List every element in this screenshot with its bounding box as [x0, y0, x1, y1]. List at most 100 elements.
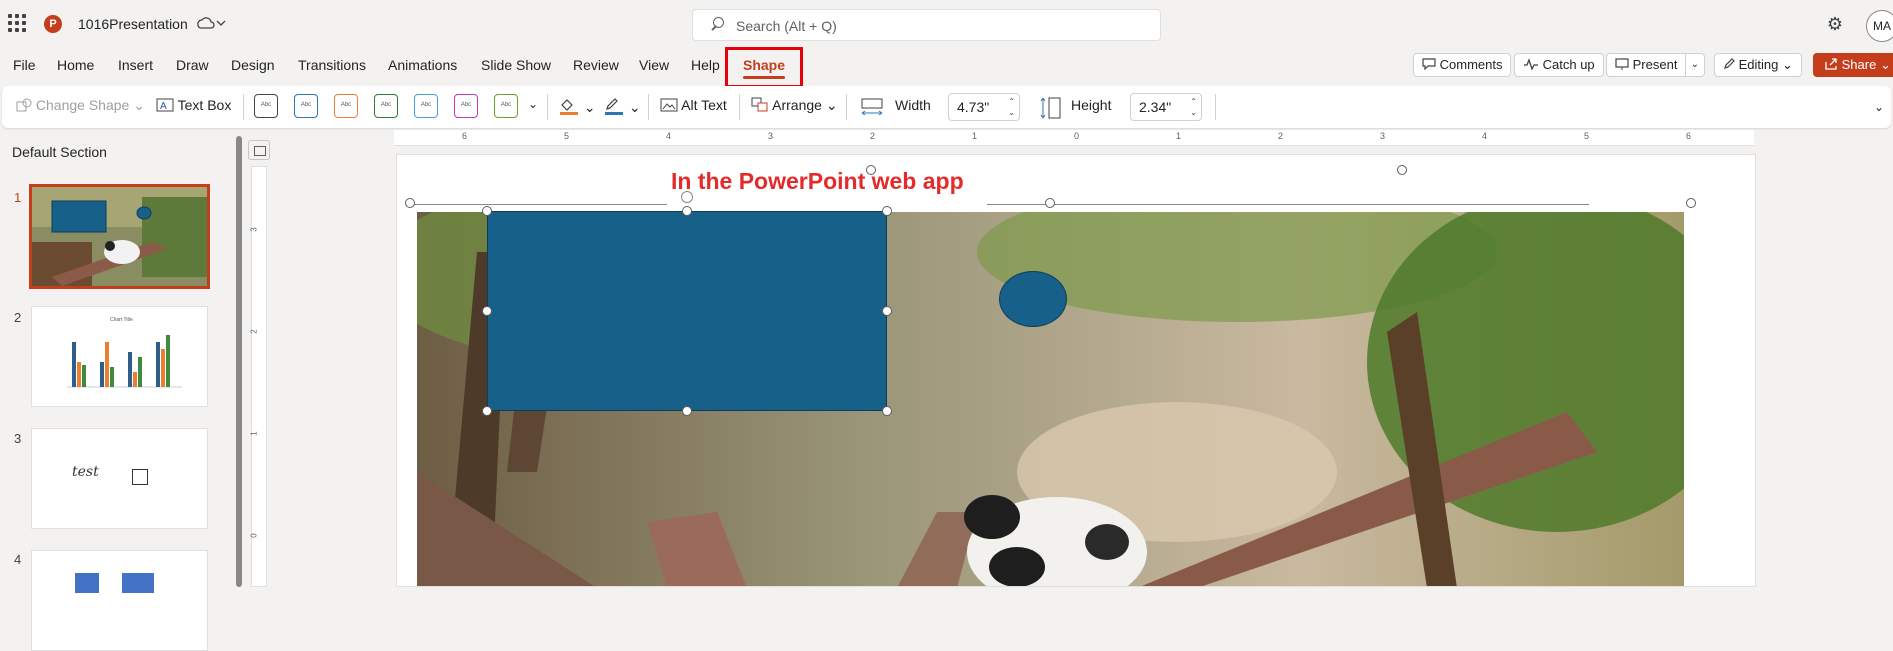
tab-home[interactable]: Home [57, 57, 94, 73]
ruler-label: 1 [1176, 131, 1182, 141]
shape-fill-button[interactable]: ⌄ [558, 97, 596, 116]
resize-handle[interactable] [482, 406, 492, 416]
thumbnail-pane-scrollbar[interactable] [236, 136, 242, 587]
width-icon [860, 97, 884, 117]
shape-style-black[interactable]: Abc [254, 94, 278, 118]
slide-thumbnail-2[interactable]: Chart Title [31, 306, 208, 407]
chevron-down-icon[interactable]: ⌄ [1684, 54, 1699, 76]
change-shape-label: Change Shape [35, 97, 130, 113]
present-label: Present [1632, 57, 1678, 72]
resize-handle[interactable] [482, 306, 492, 316]
group-resize-handle[interactable] [1045, 198, 1055, 208]
resize-handle[interactable] [882, 406, 892, 416]
present-icon [1615, 58, 1629, 70]
collapse-pane-icon[interactable] [248, 140, 270, 160]
tab-insert[interactable]: Insert [118, 57, 153, 73]
separator [1215, 94, 1216, 120]
panda-thumbnail-image [32, 187, 207, 286]
powerpoint-logo-icon: P [44, 15, 62, 33]
slide-title-text[interactable]: In the PowerPoint web app [671, 168, 964, 195]
group-resize-handle[interactable] [1686, 198, 1696, 208]
shape-style-blue[interactable]: Abc [294, 94, 318, 118]
svg-text:A: A [160, 101, 167, 112]
alt-text-button[interactable]: Alt Text [660, 97, 727, 113]
comments-button[interactable]: Comments [1413, 53, 1512, 77]
shape-outline-button[interactable]: ⌄ [603, 97, 641, 116]
tab-file[interactable]: File [13, 57, 36, 73]
ruler-label: 1 [249, 431, 259, 436]
ruler-label: 5 [1584, 131, 1590, 141]
ellipse-shape[interactable] [999, 271, 1067, 327]
separator [648, 94, 649, 120]
spinner-arrows-icon[interactable]: ⌃ ⌄ [1008, 96, 1015, 118]
catch-up-button[interactable]: Catch up [1514, 53, 1604, 77]
arrange-button[interactable]: Arrange ⌄ [751, 97, 838, 114]
section-title[interactable]: Default Section [12, 144, 107, 160]
styles-gallery-expand-icon[interactable]: ⌄ [528, 97, 538, 111]
text-box-button[interactable]: A Text Box [156, 97, 231, 113]
search-box[interactable]: Search (Alt + Q) [692, 9, 1161, 41]
resize-handle[interactable] [482, 206, 492, 216]
text-box-icon: A [156, 98, 174, 112]
resize-handle[interactable] [882, 206, 892, 216]
change-shape-button[interactable]: Change Shape ⌄ [16, 97, 145, 114]
thumbnail-shape [122, 573, 154, 593]
spinner-arrows-icon[interactable]: ⌃ ⌄ [1190, 96, 1197, 118]
resize-handle[interactable] [682, 406, 692, 416]
autosave-status-icon[interactable] [195, 16, 229, 33]
shape-style-orange[interactable]: Abc [334, 94, 358, 118]
pencil-icon [1724, 58, 1735, 69]
tab-animations[interactable]: Animations [388, 57, 457, 73]
rotate-handle-icon[interactable] [681, 191, 693, 203]
slide-canvas[interactable]: In the PowerPoint web app [396, 154, 1756, 587]
resize-handle[interactable] [1397, 165, 1407, 175]
ribbon-collapse-chevron-icon[interactable]: ⌄ [1874, 100, 1884, 114]
resize-handle[interactable] [682, 206, 692, 216]
thumbnail-text: test [72, 464, 99, 480]
shape-style-light-blue[interactable]: Abc [414, 94, 438, 118]
present-button[interactable]: Present ⌄ [1606, 53, 1705, 77]
ruler-label: 4 [666, 131, 672, 141]
editing-label: Editing [1738, 57, 1779, 72]
separator [846, 94, 847, 120]
horizontal-ruler: 6 5 4 3 2 1 0 1 2 3 4 5 6 [394, 130, 1754, 146]
height-spinner[interactable]: 2.34" ⌃ ⌄ [1130, 93, 1202, 121]
separator [739, 94, 740, 120]
shape-style-lime[interactable]: Abc [494, 94, 518, 118]
ruler-label: 3 [249, 227, 259, 232]
tab-draw[interactable]: Draw [176, 57, 209, 73]
tab-slide-show[interactable]: Slide Show [481, 57, 551, 73]
tab-design[interactable]: Design [231, 57, 275, 73]
comment-icon [1422, 58, 1436, 71]
resize-handle[interactable] [866, 165, 876, 175]
rectangle-shape[interactable] [487, 211, 887, 411]
shape-style-magenta[interactable]: Abc [454, 94, 478, 118]
tab-review[interactable]: Review [573, 57, 619, 73]
slide-thumbnail-1[interactable] [29, 184, 210, 289]
app-launcher-icon[interactable] [8, 14, 26, 32]
tab-view[interactable]: View [639, 57, 669, 73]
ruler-label: 6 [1686, 131, 1692, 141]
comments-label: Comments [1439, 57, 1503, 72]
slide-number: 1 [14, 190, 22, 205]
shape-ribbon: Change Shape ⌄ A Text Box Abc Abc Abc Ab… [2, 86, 1891, 128]
thumbnail-square [132, 469, 148, 485]
ruler-label: 3 [1380, 131, 1386, 141]
slide-thumbnail-3[interactable]: test [31, 428, 208, 529]
vertical-ruler: 3 2 1 0 [248, 140, 270, 587]
slide-thumbnail-4[interactable] [31, 550, 208, 651]
settings-gear-icon[interactable]: ⚙ [1825, 14, 1845, 34]
alt-text-label: Alt Text [681, 97, 727, 113]
avatar[interactable]: MA [1866, 10, 1893, 42]
resize-handle[interactable] [882, 306, 892, 316]
shape-style-green[interactable]: Abc [374, 94, 398, 118]
group-resize-handle[interactable] [405, 198, 415, 208]
editing-mode-button[interactable]: Editing ⌄ [1714, 53, 1802, 77]
tab-help[interactable]: Help [691, 57, 720, 73]
document-title[interactable]: 1016Presentation [78, 16, 188, 32]
width-spinner[interactable]: 4.73" ⌃ ⌄ [948, 93, 1020, 121]
share-button[interactable]: Share ⌄ [1813, 53, 1893, 77]
slide-number: 4 [14, 552, 22, 567]
tab-transitions[interactable]: Transitions [298, 57, 366, 73]
height-label: Height [1071, 97, 1112, 113]
